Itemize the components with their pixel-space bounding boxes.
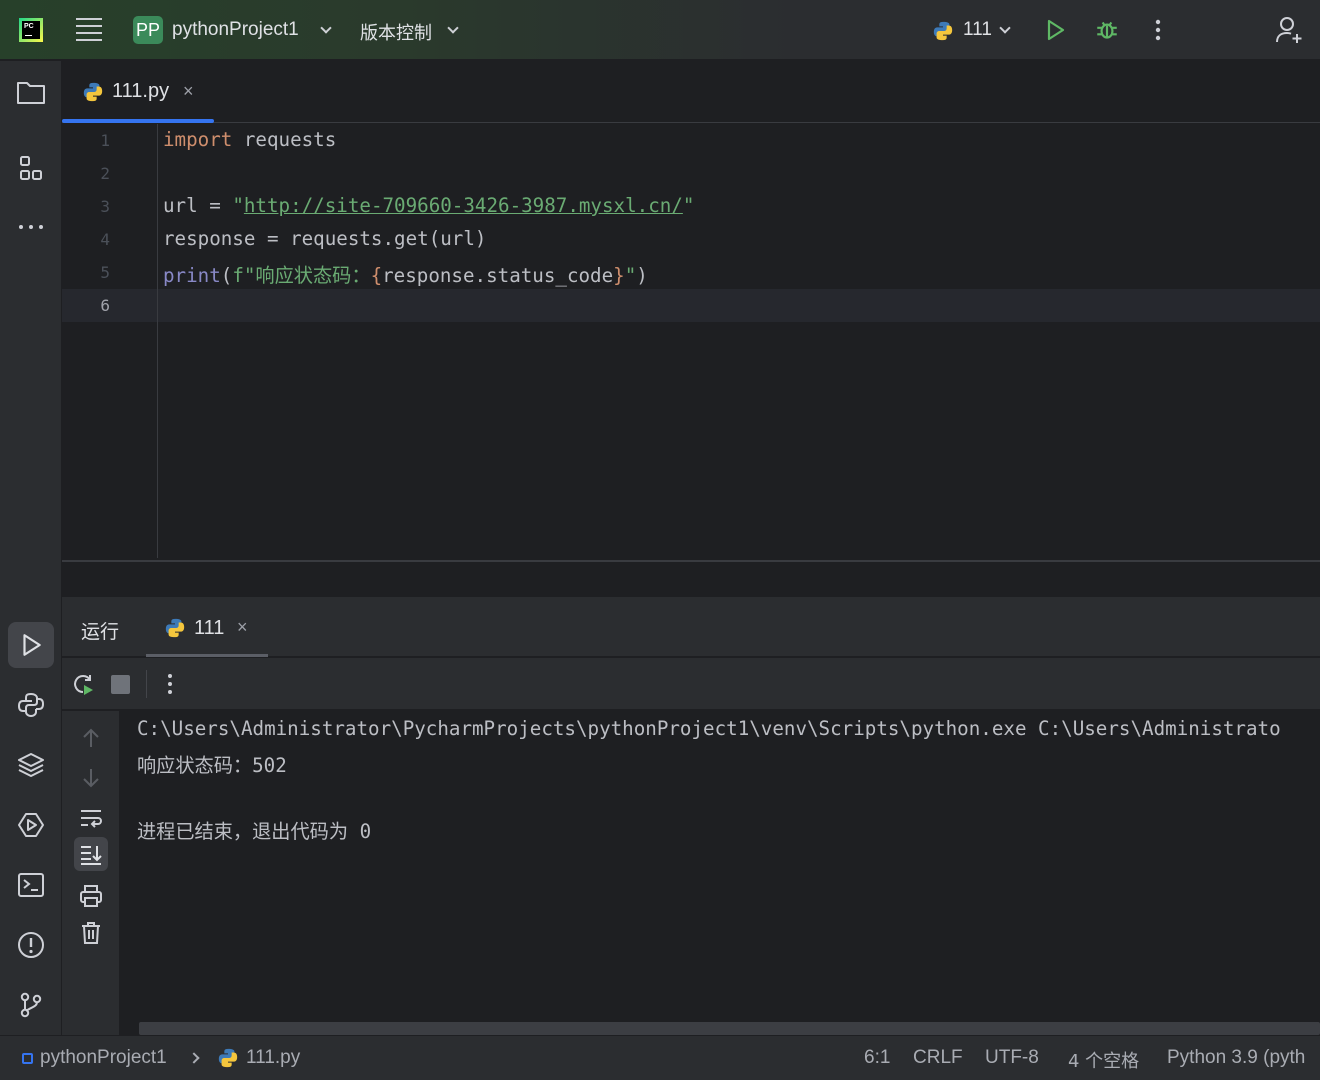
line-number: 3	[100, 197, 110, 216]
line-number: 2	[100, 164, 110, 183]
pycharm-logo[interactable]: PC	[19, 18, 43, 42]
down-arrow-icon[interactable]	[80, 767, 102, 789]
more-icon[interactable]	[162, 672, 178, 696]
status-bar: pythonProject1 111.py 6:1 CRLF UTF-8 4 个…	[0, 1035, 1320, 1080]
add-user-icon[interactable]	[1275, 15, 1305, 45]
toolbar-separator	[146, 670, 147, 698]
code-line-5: print(f"响应状态码：{response.status_code}")	[163, 260, 648, 288]
trash-icon[interactable]	[80, 921, 102, 945]
python-console-icon[interactable]	[13, 687, 49, 723]
line-separator[interactable]: CRLF	[913, 1047, 963, 1069]
git-icon[interactable]	[13, 987, 49, 1023]
fstring-brace: {	[370, 264, 383, 287]
breadcrumb-file[interactable]: 111.py	[246, 1047, 300, 1069]
editor-tab-bar: 111.py ×	[62, 61, 1320, 123]
up-arrow-icon[interactable]	[80, 727, 102, 749]
code-text: requests	[232, 128, 337, 151]
chevron-down-icon[interactable]	[447, 22, 459, 34]
python-file-icon	[933, 21, 953, 41]
indent-setting[interactable]: 4 个空格	[1068, 1047, 1139, 1073]
debug-icon[interactable]	[1094, 17, 1120, 43]
layers-icon[interactable]	[13, 747, 49, 783]
code-line-3: url = "http://site-709660-3426-3987.mysx…	[163, 194, 694, 217]
stop-icon[interactable]	[111, 675, 130, 694]
project-badge[interactable]: PP	[133, 16, 163, 44]
more-icon[interactable]	[1148, 18, 1168, 42]
code-text: url =	[163, 194, 233, 217]
code-line-1: import requests	[163, 128, 336, 151]
run-icon[interactable]	[1043, 18, 1067, 42]
close-icon[interactable]: ×	[237, 617, 248, 638]
terminal-icon[interactable]	[13, 867, 49, 903]
console-line: 进程已结束，退出代码为 0	[137, 820, 372, 843]
run-toolbar	[62, 658, 1320, 710]
vcs-menu[interactable]: 版本控制	[360, 19, 432, 45]
run-panel-title: 运行	[81, 621, 120, 643]
breadcrumb-project[interactable]: pythonProject1	[40, 1047, 167, 1069]
string: "	[624, 264, 637, 287]
scroll-to-end-toggle[interactable]	[74, 837, 108, 871]
run-console[interactable]: C:\Users\Administrator\PycharmProjects\p…	[119, 711, 1320, 1035]
title-bar: PC PP pythonProject1 版本控制 111	[0, 0, 1320, 60]
run-panel-header: 运行 111 ×	[62, 597, 1320, 657]
string: f"响应状态码：	[232, 264, 371, 287]
line-number: 1	[100, 131, 110, 150]
code-text: (	[220, 264, 233, 287]
caret-position[interactable]: 6:1	[864, 1047, 890, 1069]
console-side-toolbar	[62, 711, 119, 1035]
rerun-icon[interactable]	[71, 672, 95, 696]
run-tab-111[interactable]: 111 ×	[146, 597, 268, 657]
line-number-gutter: 1 2 3 4 5 6	[62, 124, 158, 558]
code-text: )	[636, 264, 648, 287]
keyword: import	[163, 128, 233, 151]
chevron-right-icon	[188, 1052, 200, 1064]
chevron-down-icon[interactable]	[320, 22, 332, 34]
run-tool-icon[interactable]	[8, 622, 54, 668]
tab-label: 111.py	[112, 80, 170, 102]
main-menu-icon[interactable]	[76, 18, 102, 42]
builtin-function: print	[163, 264, 221, 287]
horizontal-scrollbar[interactable]	[139, 1022, 1320, 1035]
more-tools-icon[interactable]	[13, 209, 49, 245]
soft-wrap-icon[interactable]	[79, 807, 103, 829]
services-icon[interactable]	[13, 807, 49, 843]
tool-window-strip	[0, 61, 62, 1035]
python-interpreter[interactable]: Python 3.9 (pyth	[1167, 1047, 1305, 1069]
string: "	[682, 194, 695, 217]
current-line-highlight	[62, 289, 1320, 322]
run-config-label[interactable]: 111	[963, 19, 992, 41]
python-file-icon	[83, 82, 103, 102]
run-tab-label: 111	[194, 617, 225, 639]
active-tab-indicator	[146, 654, 268, 657]
editor-tab-111py[interactable]: 111.py ×	[62, 61, 214, 123]
python-file-icon	[218, 1048, 238, 1068]
string: "	[232, 194, 244, 217]
code-text: response.status_code	[382, 264, 614, 287]
project-icon	[22, 1053, 33, 1064]
code-line-4: response = requests.get(url)	[163, 227, 487, 250]
line-number: 6	[100, 296, 110, 315]
line-number: 5	[100, 263, 110, 282]
scroll-to-end-icon	[81, 846, 102, 865]
url-link[interactable]: http://site-709660-3426-3987.mysxl.cn/	[244, 194, 683, 217]
folder-icon[interactable]	[13, 74, 49, 110]
python-file-icon	[165, 618, 185, 638]
structure-icon[interactable]	[13, 151, 49, 187]
print-icon[interactable]	[79, 884, 103, 908]
panel-splitter[interactable]	[62, 560, 1320, 597]
console-line: 响应状态码：502	[137, 754, 287, 777]
project-name[interactable]: pythonProject1	[172, 19, 299, 41]
chevron-down-icon[interactable]	[999, 22, 1011, 34]
code-editor[interactable]: 1 2 3 4 5 6 import requests url = "http:…	[62, 124, 1320, 560]
problems-icon[interactable]	[13, 927, 49, 963]
fstring-brace: }	[613, 264, 625, 287]
console-line: C:\Users\Administrator\PycharmProjects\p…	[137, 717, 1281, 740]
active-tab-indicator	[62, 119, 214, 123]
file-encoding[interactable]: UTF-8	[985, 1047, 1039, 1069]
line-number: 4	[100, 230, 110, 249]
close-icon[interactable]: ×	[183, 81, 194, 102]
